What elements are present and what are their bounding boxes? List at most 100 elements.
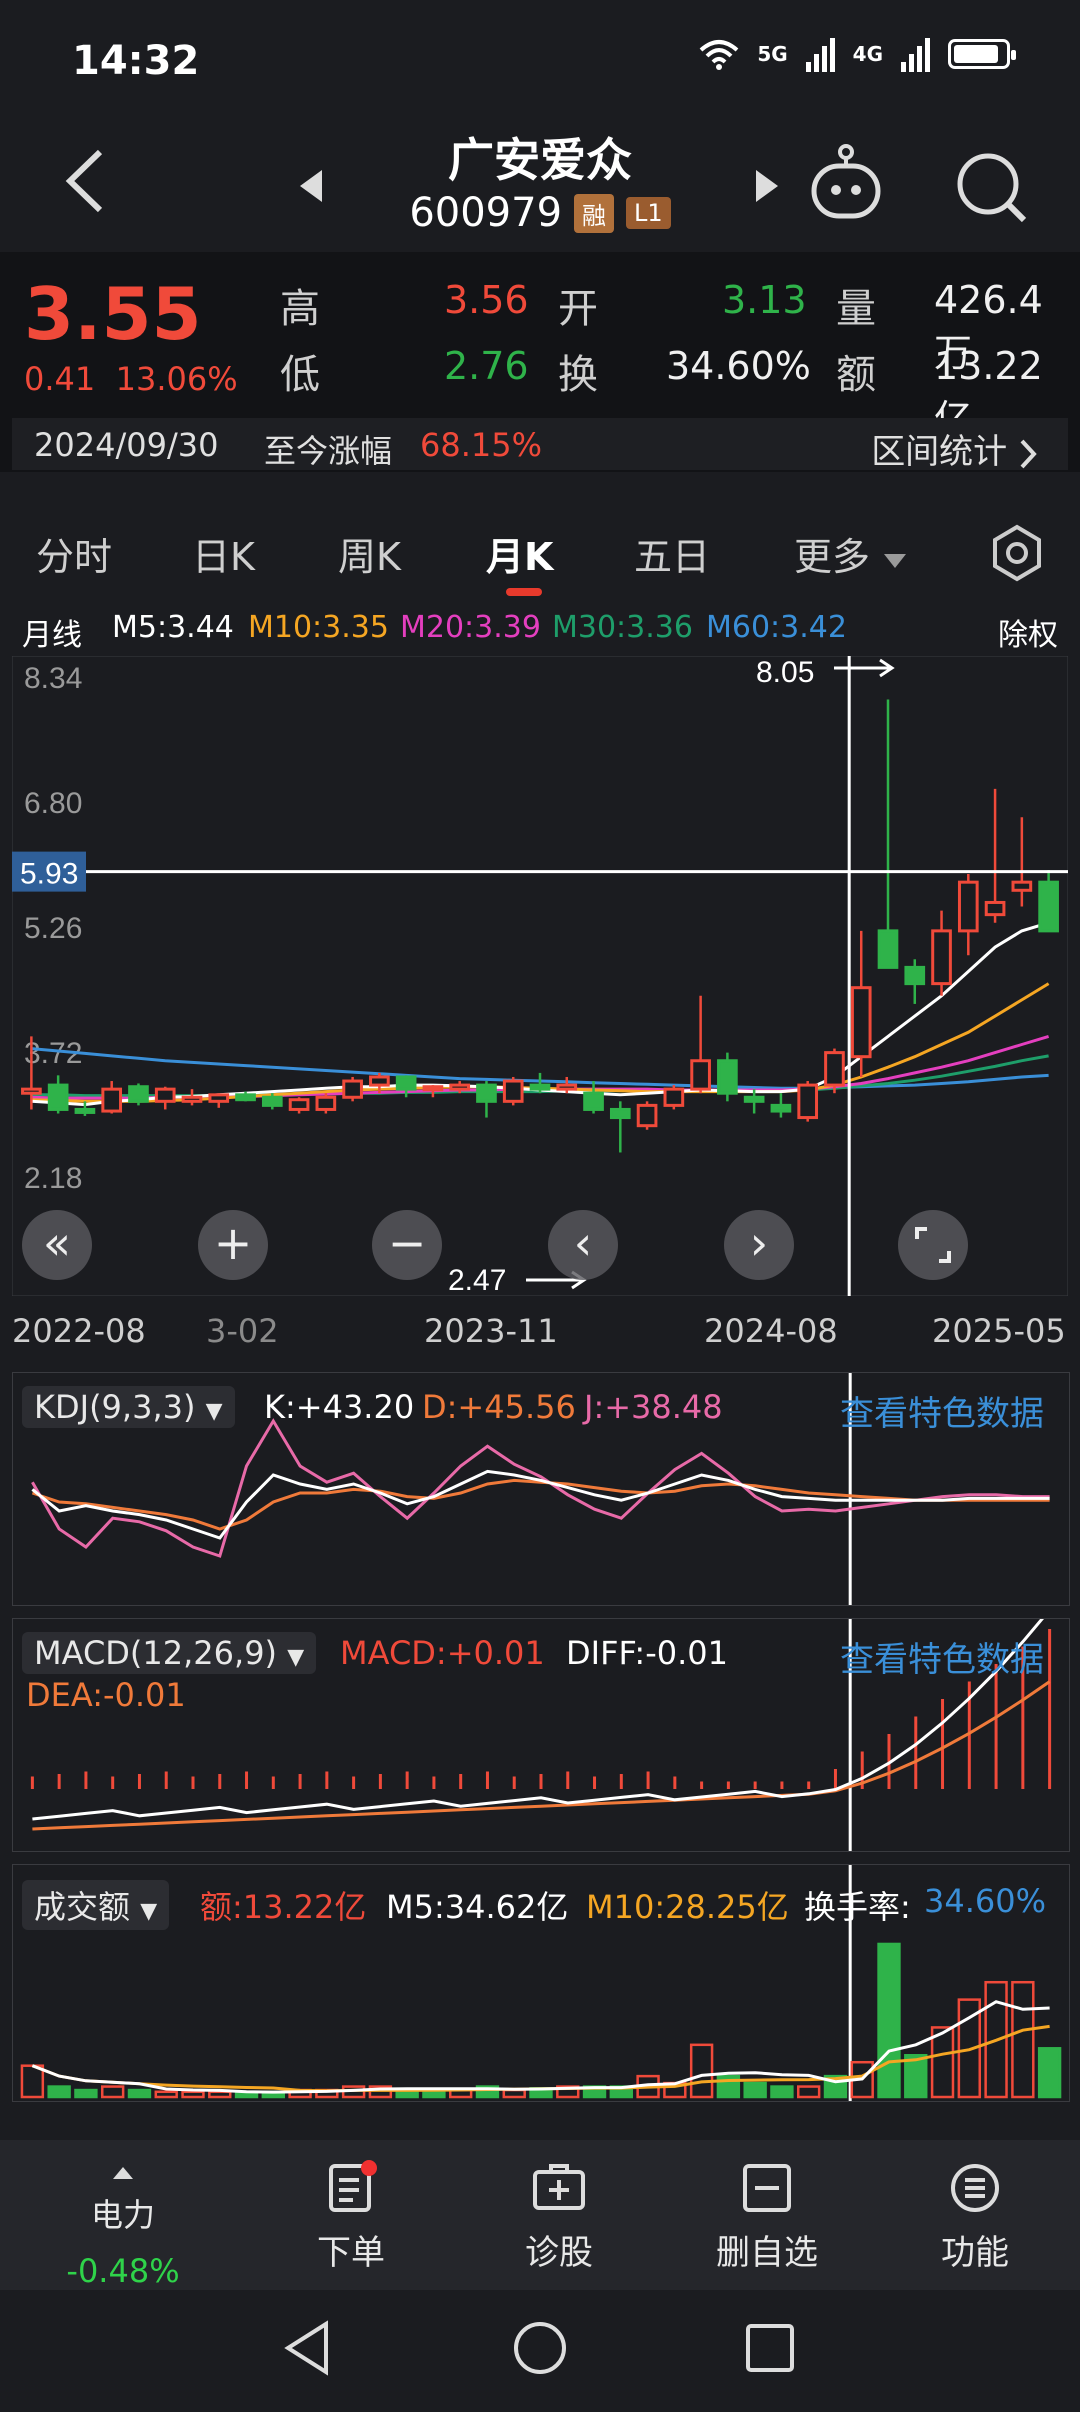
order-button[interactable]: 下单 — [276, 2160, 426, 2274]
candle-body — [208, 1093, 230, 1103]
collapse-left-button[interactable]: « — [22, 1210, 92, 1280]
tab-monthly-k[interactable]: 月K — [486, 526, 553, 581]
candle-body — [315, 1095, 337, 1111]
candle-body — [449, 1083, 471, 1091]
ma5-value: M5:3.44 — [112, 610, 234, 645]
time-axis: 2022-08 3-02 2023-11 2024-08 2025-05 — [0, 1304, 1080, 1354]
candle-body — [984, 900, 1006, 917]
macd-feature-link[interactable]: 查看特色数据 — [840, 1632, 1044, 1681]
kdj-selector[interactable]: KDJ(9,3,3) ▼ — [22, 1386, 235, 1428]
turnover-rate-value: 34.60% — [924, 1882, 1047, 1920]
kdj-d: D:+45.56 — [422, 1388, 576, 1426]
candle-body — [288, 1098, 310, 1111]
amount-bar — [154, 2090, 178, 2099]
tab-more[interactable]: 更多 — [794, 526, 908, 581]
interval-stats-button[interactable]: 区间统计 — [871, 424, 1038, 473]
kdj-line-k — [31, 1469, 1050, 1540]
dropdown-icon — [884, 554, 907, 568]
ma20-value: M20:3.39 — [400, 610, 541, 645]
triangle-up-icon — [113, 2167, 133, 2179]
period-date: 2024/09/30 — [34, 426, 219, 464]
search-icon[interactable] — [954, 150, 1028, 228]
nav-back-icon[interactable] — [282, 2320, 332, 2376]
candle-body — [904, 965, 926, 986]
turnover-value: 34.60% — [666, 344, 811, 388]
adjust-toggle[interactable]: 除权 — [998, 610, 1058, 654]
zoom-in-button[interactable]: + — [198, 1210, 268, 1280]
margin-tag: 融 — [574, 193, 615, 233]
min-price-label: 2.47 — [448, 1264, 506, 1296]
next-stock-icon[interactable] — [752, 166, 782, 210]
x-tick-4: 2024-08 — [704, 1312, 838, 1350]
minus-box-icon — [743, 2164, 791, 2212]
candle-body — [717, 1059, 738, 1095]
kdj-line-d — [31, 1478, 1050, 1531]
stock-name: 广安爱众 — [448, 133, 632, 187]
turnover-label: 换 — [558, 352, 598, 398]
remove-watchlist-button[interactable]: 删自选 — [692, 2160, 842, 2274]
candle-body — [476, 1083, 497, 1103]
scroll-right-button[interactable]: › — [724, 1210, 794, 1280]
amount-bar — [502, 2088, 526, 2099]
candle-body — [850, 986, 872, 1059]
candle-body — [101, 1087, 123, 1113]
macd-dea: DEA:-0.01 — [26, 1676, 186, 1714]
robot-assistant-icon[interactable] — [806, 144, 886, 228]
y-tick-label: 5.26 — [24, 912, 82, 945]
high-value: 3.56 — [444, 278, 529, 322]
sector-button[interactable]: 电力 -0.48% — [48, 2150, 198, 2290]
change-amount: 0.41 — [24, 360, 96, 398]
kdj-feature-link[interactable]: 查看特色数据 — [840, 1386, 1044, 1435]
function-button[interactable]: 功能 — [900, 2160, 1050, 2274]
period-label: 月线 — [22, 618, 82, 653]
candle-body — [181, 1095, 203, 1103]
candle-body — [743, 1095, 765, 1103]
candle-body — [770, 1103, 792, 1113]
nav-recents-icon[interactable] — [744, 2322, 796, 2374]
fullscreen-button[interactable] — [898, 1210, 968, 1280]
order-label: 下单 — [317, 2233, 385, 2273]
open-value: 3.13 — [722, 278, 807, 322]
tab-five-day[interactable]: 五日 — [634, 526, 710, 581]
amount-selector[interactable]: 成交额 ▼ — [22, 1880, 170, 1930]
menu-circle-icon — [951, 2164, 999, 2212]
ma30-value: M30:3.36 — [552, 610, 693, 645]
kline-chart[interactable]: 8.34 6.80 5.26 3.72 2.18 5.93 8.05 2.47 — [11, 655, 1069, 1297]
candle-body — [609, 1107, 631, 1120]
candle-body — [502, 1079, 524, 1103]
tab-more-label: 更多 — [794, 535, 871, 579]
amount-bar — [208, 2090, 232, 2099]
nav-home-icon[interactable] — [512, 2320, 568, 2376]
candle-body — [47, 1083, 69, 1111]
candle-body — [583, 1091, 604, 1111]
x-tick-5: 2025-05 — [932, 1312, 1066, 1350]
amount-bar — [101, 2085, 125, 2099]
amount-value: 额:13.22亿 — [200, 1888, 367, 1926]
status-time: 14:32 — [72, 38, 200, 84]
chevron-right-icon — [1020, 439, 1037, 468]
scroll-left-button[interactable]: ‹ — [548, 1210, 618, 1280]
candle-body — [422, 1085, 444, 1092]
candle-body — [369, 1075, 390, 1087]
change-percent: 13.06% — [115, 360, 238, 398]
candle-body — [556, 1083, 578, 1091]
macd-value: MACD:+0.01 — [340, 1634, 545, 1672]
candle-body — [128, 1085, 149, 1103]
tab-intraday[interactable]: 分时 — [36, 526, 112, 581]
tab-daily-k[interactable]: 日K — [192, 526, 255, 581]
y-tick-label: 8.34 — [24, 662, 82, 695]
chart-settings-icon[interactable] — [988, 524, 1046, 586]
amount-title: 成交额 — [34, 1888, 131, 1926]
candle-body — [1038, 880, 1059, 933]
diagnose-button[interactable]: 诊股 — [484, 2160, 634, 2274]
ma60-value: M60:3.42 — [706, 610, 847, 645]
tab-weekly-k[interactable]: 周K — [338, 526, 401, 581]
macd-selector[interactable]: MACD(12,26,9) ▼ — [22, 1632, 317, 1674]
max-arrow-icon — [834, 658, 895, 678]
network-4g-label: 4G — [852, 42, 883, 66]
candle-body — [663, 1087, 685, 1107]
x-tick-3: 2023-11 — [424, 1312, 558, 1350]
zoom-out-button[interactable]: − — [372, 1210, 442, 1280]
sector-name: 电力 — [90, 2196, 155, 2234]
stock-header: 广安爱众 600979 融 L1 — [0, 110, 1080, 250]
